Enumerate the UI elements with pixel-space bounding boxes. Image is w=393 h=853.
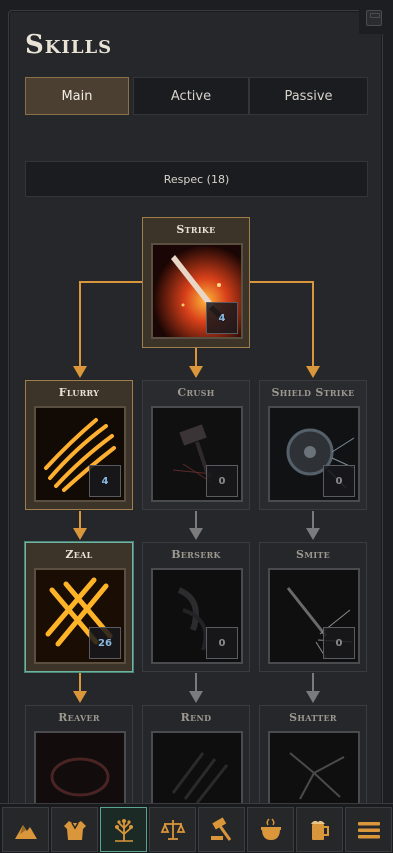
skill-name: Smite [295,548,331,561]
skill-icon-frame: 0 [268,406,360,502]
skill-name: Reaver [58,711,100,724]
skill-icon-frame [151,731,243,807]
skill-tree-icon [114,818,133,842]
nav-map-button[interactable] [2,807,49,852]
skill-name: Flurry [58,386,100,399]
skill-level-badge: 0 [323,627,355,659]
skill-level-badge: 0 [206,627,238,659]
skill-node-smite[interactable]: Smite 0 [259,542,367,672]
skill-node-flurry[interactable]: Flurry 4 [25,380,133,510]
nav-forge-button[interactable] [198,807,245,852]
skill-name: Crush [177,386,215,399]
skill-level-badge: 0 [323,465,355,497]
shatter-icon [270,733,358,805]
cauldron-icon [260,817,281,840]
nav-tavern-button[interactable] [296,807,343,852]
skill-icon-frame: 26 [34,568,126,664]
forge-icon [210,816,231,841]
skill-icon-frame [268,731,360,807]
skill-name: Berserk [171,548,221,561]
skill-node-shatter[interactable]: Shatter [259,705,367,807]
skill-icon-frame: 0 [151,406,243,502]
skill-icon-frame: 0 [151,568,243,664]
armor-icon [63,820,86,840]
skill-name: Zeal [65,548,93,561]
skill-icon-frame [34,731,126,807]
skill-level-badge: 0 [206,465,238,497]
skill-node-berserk[interactable]: Berserk 0 [142,542,250,672]
bottom-nav-bar [0,803,393,853]
skill-node-strike[interactable]: Strike 4 [142,217,250,348]
skill-level-badge: 4 [89,465,121,497]
menu-icon [357,821,380,838]
skill-level-badge: 4 [206,302,238,334]
skill-node-shield-strike[interactable]: Shield Strike 0 [259,380,367,510]
skill-node-reaver[interactable]: Reaver [25,705,133,807]
skill-icon-frame: 0 [268,568,360,664]
reaver-icon [36,733,124,805]
skill-name: Rend [180,711,212,724]
skill-name: Strike [176,223,216,236]
nav-alchemy-button[interactable] [247,807,294,852]
skill-name: Shatter [289,711,337,724]
skill-node-crush[interactable]: Crush 0 [142,380,250,510]
skill-name: Shield Strike [271,386,355,399]
skill-icon-frame: 4 [151,243,243,339]
nav-armor-button[interactable] [51,807,98,852]
nav-menu-button[interactable] [345,807,392,852]
skill-node-zeal[interactable]: Zeal 26 [25,542,133,672]
skill-node-rend[interactable]: Rend [142,705,250,807]
map-icon [14,824,37,839]
rend-claw-icon [153,733,241,805]
scales-icon [160,819,185,840]
skill-level-badge: 26 [89,627,121,659]
nav-skill-tree-button[interactable] [100,807,147,852]
skill-icon-frame: 4 [34,406,126,502]
nav-trade-button[interactable] [149,807,196,852]
tankard-icon [310,820,329,840]
